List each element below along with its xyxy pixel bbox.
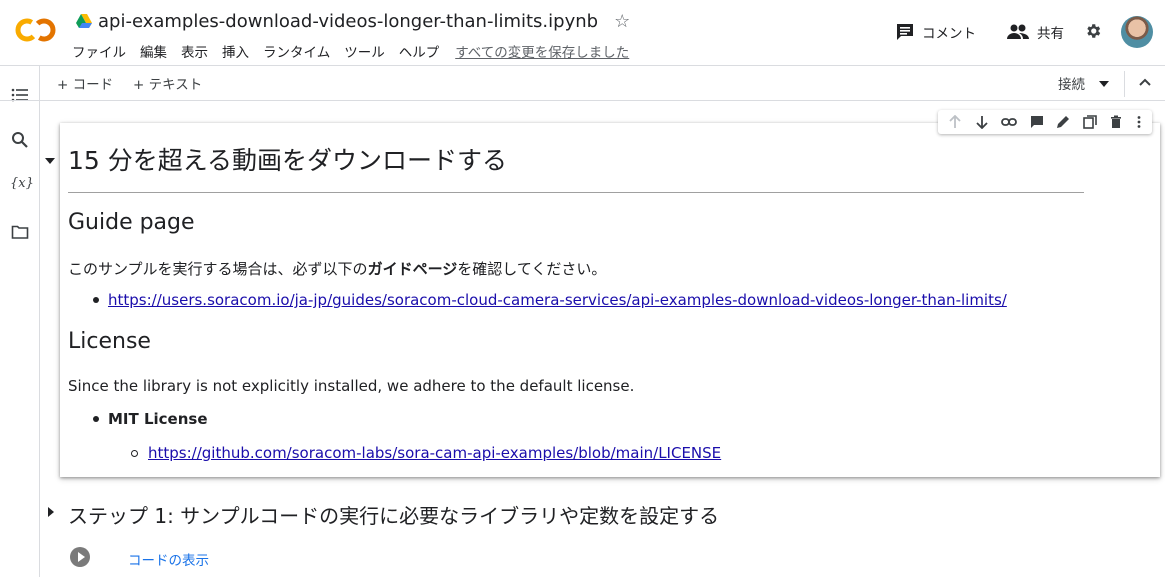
drive-icon: [76, 14, 92, 28]
mirror-icon[interactable]: [1082, 115, 1097, 129]
header-divider: [0, 65, 1165, 66]
toolbar-divider: [0, 100, 1165, 101]
dropdown-arrow-icon[interactable]: [1099, 81, 1109, 87]
step1-heading: ステップ 1: サンプルコードの実行に必要なライブラリや定数を設定する: [68, 504, 720, 528]
guide-link[interactable]: https://users.soracom.io/ja-jp/guides/so…: [108, 291, 1007, 309]
title-row: api-examples-download-videos-longer-than…: [76, 9, 630, 33]
cell-toolbar: [938, 110, 1152, 134]
heading-rule: [68, 192, 1084, 193]
menu-file[interactable]: ファイル: [72, 41, 126, 61]
menu-edit[interactable]: 編集: [140, 41, 167, 61]
sublist-bullet: [131, 450, 138, 457]
comment-button[interactable]: コメント: [896, 22, 976, 42]
guide-heading: Guide page: [68, 210, 195, 235]
comment-cell-icon[interactable]: [1030, 115, 1044, 129]
license-paragraph: Since the library is not explicitly inst…: [68, 377, 635, 395]
share-button[interactable]: 共有: [1007, 22, 1064, 42]
avatar[interactable]: [1121, 16, 1153, 48]
arrow-down-icon[interactable]: [975, 115, 989, 129]
connect-button[interactable]: 接続: [1058, 73, 1085, 93]
folder-icon[interactable]: [11, 223, 29, 241]
play-icon[interactable]: [70, 547, 90, 567]
guide-paragraph: このサンプルを実行する場合は、必ず以下のガイドページを確認してください。: [68, 258, 606, 279]
variables-icon[interactable]: {x}: [10, 176, 34, 191]
toc-icon[interactable]: [11, 86, 29, 104]
link-icon[interactable]: [1001, 115, 1018, 129]
collapse-icon[interactable]: [1138, 77, 1152, 87]
section-expand-icon[interactable]: [48, 507, 54, 517]
guide-text-before: このサンプルを実行する場合は、必ず以下の: [68, 260, 368, 278]
cell-heading: 15 分を超える動画をダウンロードする: [68, 146, 508, 175]
search-icon[interactable]: [11, 131, 29, 149]
trash-icon[interactable]: [1109, 115, 1123, 129]
share-label: 共有: [1037, 26, 1064, 42]
star-icon[interactable]: ☆: [614, 11, 630, 32]
list-bullet: [93, 297, 99, 303]
save-status[interactable]: すべての変更を保存しました: [455, 41, 629, 61]
comment-icon: [897, 24, 913, 40]
section-collapse-icon[interactable]: [45, 158, 55, 164]
comment-label: コメント: [922, 26, 976, 42]
show-code-link[interactable]: コードの表示: [128, 549, 209, 569]
guide-text-bold: ガイドページ: [367, 260, 458, 278]
menu-view[interactable]: 表示: [181, 41, 208, 61]
arrow-up-icon[interactable]: [948, 115, 962, 129]
menu-insert[interactable]: 挿入: [222, 41, 249, 61]
menu-help[interactable]: ヘルプ: [399, 41, 440, 61]
license-heading: License: [68, 329, 151, 354]
license-item: MIT License: [108, 410, 208, 428]
list-bullet: [93, 416, 99, 422]
edit-icon[interactable]: [1056, 115, 1070, 129]
gear-icon[interactable]: [1084, 22, 1102, 40]
add-code-button[interactable]: + コード: [57, 73, 113, 93]
toolbar-separator: [1124, 71, 1125, 97]
notebook-title[interactable]: api-examples-download-videos-longer-than…: [98, 11, 598, 32]
add-text-button[interactable]: + テキスト: [133, 73, 202, 93]
menu-tools[interactable]: ツール: [344, 41, 385, 61]
menu-runtime[interactable]: ランタイム: [263, 41, 330, 61]
people-icon: [1007, 24, 1029, 39]
colab-logo[interactable]: [14, 17, 56, 43]
guide-text-after: を確認してください。: [457, 260, 607, 278]
menu-bar: ファイル 編集 表示 挿入 ランタイム ツール ヘルプ すべての変更を保存しまし…: [72, 41, 643, 61]
license-link[interactable]: https://github.com/soracom-labs/sora-cam…: [148, 444, 721, 462]
more-icon[interactable]: [1136, 115, 1142, 129]
